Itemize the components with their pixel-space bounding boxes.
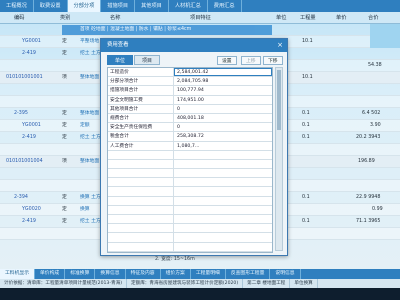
tab-project-overview[interactable]: 工程概况 [0, 0, 34, 12]
settings-button[interactable]: 设置 [217, 56, 237, 65]
fee-list: 工程造价 2,584,001.42 分部分项合计 2,084,705.98 措施项目… [107, 67, 273, 253]
list-item[interactable]: 措施项目合计 100,777.94 [108, 86, 272, 96]
app-screen: 工程概况 取费设置 分部分项 措施项目 其他项目 人材机汇总 费用汇总 编码 类… [0, 0, 400, 300]
list-item[interactable] [108, 159, 272, 170]
tab-materials-summary[interactable]: 人材机汇总 [169, 0, 208, 12]
tab-notes[interactable]: 说明信息 [270, 269, 301, 279]
tab-measures[interactable]: 措施项目 [101, 0, 136, 12]
list-item[interactable]: 规费合计 408,001.18 [108, 113, 272, 124]
tab-sub-items[interactable]: 分部分项 [67, 0, 102, 12]
list-item[interactable]: 工程造价 2,584,001.42 [108, 68, 272, 78]
dialog-title: 费用查看 [107, 42, 129, 48]
status-unit: 单位换算 [290, 279, 318, 288]
total-cell-highlight [370, 24, 400, 36]
total-cell-highlight [370, 36, 400, 48]
col-feature[interactable]: 项目特征 [190, 12, 211, 24]
list-item[interactable]: 安全文明施工费 174,951.00 [108, 95, 272, 105]
close-icon[interactable]: × [273, 39, 287, 52]
col-code[interactable]: 编码 [14, 12, 24, 24]
dialog-scrollbar[interactable] [275, 67, 283, 251]
list-item[interactable] [108, 224, 272, 234]
list-item[interactable] [108, 169, 272, 179]
list-item[interactable] [108, 205, 272, 215]
col-type[interactable]: 类别 [60, 12, 70, 24]
list-item[interactable] [108, 233, 272, 243]
tab-reverse-lookup[interactable]: 反查图形工程量 [226, 269, 271, 279]
tab-pricing-scheme[interactable]: 组价方案 [161, 269, 191, 279]
list-item[interactable]: 税金合计 258,308.72 [108, 132, 272, 142]
os-taskbar [0, 288, 400, 300]
list-item[interactable] [108, 187, 272, 197]
tab-project[interactable]: 项目 [134, 55, 161, 65]
list-item[interactable] [108, 242, 272, 252]
col-total[interactable]: 合价 [368, 12, 378, 24]
list-item[interactable]: 分部分项合计 2,084,705.98 [108, 77, 272, 87]
scrollbar-thumb[interactable] [277, 70, 281, 130]
col-price[interactable]: 单价 [336, 12, 346, 24]
col-quantity[interactable]: 工程量 [300, 12, 316, 24]
list-item[interactable] [108, 196, 272, 206]
move-down-button[interactable]: 下移 [263, 56, 283, 65]
tab-other-items[interactable]: 其他项目 [135, 0, 169, 12]
tab-fee-summary[interactable]: 费用汇总 [208, 0, 242, 12]
table-header: 编码 类别 名称 项目特征 单位 工程量 单价 合价 [0, 12, 400, 24]
top-tab-bar: 工程概况 取费设置 分部分项 措施项目 其他项目 人材机汇总 费用汇总 [0, 0, 400, 12]
status-chapter: 第二章 楼地面工程 [243, 279, 291, 288]
fee-view-dialog: 费用查看 × 单位 项目 设置 上移 下移 工程造价 2,584,001.42 分… [100, 38, 288, 256]
dialog-tabs: 单位 项目 [107, 55, 161, 65]
table-row[interactable] [0, 24, 400, 36]
col-unit[interactable]: 单位 [276, 12, 286, 24]
list-item[interactable]: 其他项目合计 0 [108, 104, 272, 114]
list-item[interactable]: 安全生产责任保险费 0 [108, 123, 272, 133]
list-item[interactable] [108, 215, 272, 225]
tab-unit[interactable]: 单位 [107, 55, 134, 65]
list-item[interactable]: 人工费合计 1,080,7... [108, 141, 272, 151]
tab-quantity-detail[interactable]: 工程量明细 [191, 269, 226, 279]
tab-conversion-info[interactable]: 换算信息 [95, 269, 126, 279]
tab-features[interactable]: 特征及内容 [126, 269, 161, 279]
move-up-button[interactable]: 上移 [241, 56, 261, 65]
tab-fee-settings[interactable]: 取费设置 [34, 0, 68, 12]
status-quota: 定额库：青海省房屋建筑与装饰工程计价定额(2020) [127, 279, 244, 288]
status-bar: 计价依据：清单库：工程量清单项目计量规范(2013-青海) 定额库：青海省房屋建… [0, 279, 400, 288]
tab-unit-price[interactable]: 单价构成 [35, 269, 66, 279]
status-standard: 计价依据：清单库：工程量清单项目计量规范(2013-青海) [0, 279, 127, 288]
tab-standard-conversion[interactable]: 标准换算 [65, 269, 96, 279]
col-name[interactable]: 名称 [110, 12, 120, 24]
detail-tab-bar: 工料机显示 单价构成 标准换算 换算信息 特征及内容 组价方案 工程量明细 反查… [0, 269, 400, 279]
dialog-title-bar: 费用查看 × [101, 39, 287, 52]
tab-materials[interactable]: 工料机显示 [0, 269, 35, 279]
list-item[interactable] [108, 178, 272, 188]
list-item[interactable] [108, 150, 272, 160]
